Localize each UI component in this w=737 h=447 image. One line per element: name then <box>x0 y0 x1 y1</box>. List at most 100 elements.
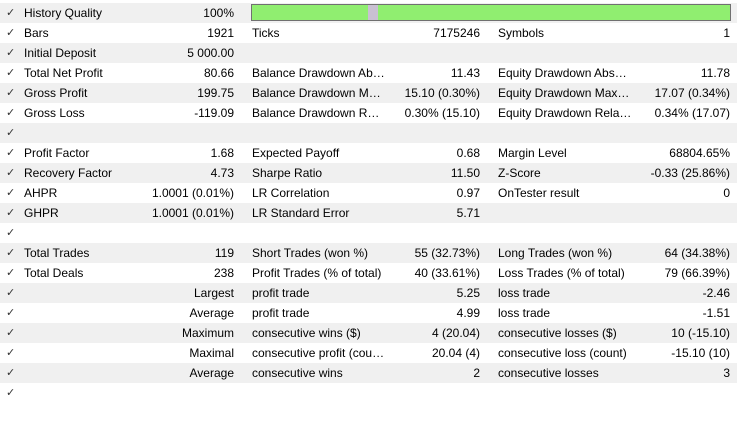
metric-value-3: 11.78 <box>700 66 730 80</box>
metric-label-2: Balance Drawdown Absolute <box>252 66 386 80</box>
metric-value-3: 0 <box>723 186 730 200</box>
metric-label-3: consecutive losses <box>498 366 599 380</box>
metric-value-2: 0.68 <box>456 146 480 160</box>
metric-label-3: consecutive losses ($) <box>498 326 617 340</box>
table-row[interactable]: ✓ AHPR 1.0001 (0.01%) LR Correlation 0.97 OnT… <box>0 183 737 203</box>
table-row[interactable]: ✓ Maximum consecutive wins ($) 4 (20.04) con… <box>0 323 737 343</box>
metric-value: 1921 <box>207 26 234 40</box>
metric-value-2: 15.10 (0.30%) <box>404 86 480 100</box>
table-row[interactable]: ✓ Recovery Factor 4.73 Sharpe Ratio 11.50 Z-S… <box>0 163 737 183</box>
checkmark-icon: ✓ <box>6 287 16 299</box>
metric-label-2: consecutive profit (count) <box>252 346 386 360</box>
table-row[interactable]: ✓ Bars 1921 Ticks 7175246 Symbols 1 <box>0 23 737 43</box>
metric-value-3: 10 (-15.10) <box>671 326 730 340</box>
history-quality-bar <box>251 4 731 21</box>
table-row[interactable]: ✓ GHPR 1.0001 (0.01%) LR Standard Error 5.71 <box>0 203 737 223</box>
metric-value: Average <box>189 306 234 320</box>
metric-value: Average <box>189 366 234 380</box>
metric-value: 1.68 <box>210 146 234 160</box>
metric-label-3: OnTester result <box>498 186 580 200</box>
table-row[interactable]: ✓ Total Net Profit 80.66 Balance Drawdown A… <box>0 63 737 83</box>
metric-label-3: Equity Drawdown Maximal <box>498 86 632 100</box>
checkmark-icon: ✓ <box>6 187 16 199</box>
metric-value-2: 2 <box>473 366 480 380</box>
table-row[interactable]: ✓ Total Deals 238 Profit Trades (% of total… <box>0 263 737 283</box>
metric-value: Maximal <box>189 346 234 360</box>
metric-value: 4.73 <box>210 166 234 180</box>
checkmark-icon: ✓ <box>6 207 16 219</box>
metric-value-3: 68804.65% <box>669 146 730 160</box>
checkmark-icon: ✓ <box>6 367 16 379</box>
metric-value-3: 79 (66.39%) <box>664 266 730 280</box>
metric-value: 119 <box>214 246 234 260</box>
metric-value: -119.09 <box>194 106 234 120</box>
metric-label-3: Margin Level <box>498 146 567 160</box>
tester-results-table: ✓ History Quality 100% ✓ Bars 1921 Ticks 717… <box>0 3 737 403</box>
metric-value-2: 0.30% (15.10) <box>404 106 480 120</box>
metric-value-2: 55 (32.73%) <box>414 246 480 260</box>
checkmark-icon: ✓ <box>6 247 16 259</box>
metric-value-3: -0.33 (25.86%) <box>650 166 730 180</box>
metric-label-2: Balance Drawdown Relative <box>252 106 386 120</box>
metric-label-3: Symbols <box>498 26 545 40</box>
checkmark-icon: ✓ <box>6 7 16 19</box>
checkmark-icon: ✓ <box>6 87 16 99</box>
metric-value-3: 1 <box>723 26 730 40</box>
table-row[interactable]: ✓ Total Trades 119 Short Trades (won %) 55 (… <box>0 243 737 263</box>
metric-value-3: 0.34% (17.07) <box>654 106 730 120</box>
table-row[interactable]: ✓ Average consecutive wins 2 consecutive los… <box>0 363 737 383</box>
metric-label-2: profit trade <box>252 306 310 320</box>
metric-value-2: 4 (20.04) <box>431 326 480 340</box>
history-quality-bar-marker <box>368 5 378 20</box>
result-rows: ✓ Bars 1921 Ticks 7175246 Symbols 1 ✓ Initial De… <box>0 23 737 403</box>
history-quality-row[interactable]: ✓ History Quality 100% <box>0 3 737 23</box>
table-row[interactable]: ✓ Largest profit trade 5.25 loss trade -2.46 <box>0 283 737 303</box>
metric-label-3: Long Trades (won %) <box>498 246 613 260</box>
checkmark-icon: ✓ <box>6 267 16 279</box>
metric-value-3: -1.51 <box>702 306 730 320</box>
metric-value: 199.75 <box>197 86 234 100</box>
metric-value-2: 20.04 (4) <box>431 346 480 360</box>
checkmark-icon: ✓ <box>6 27 16 39</box>
metric-label-2: Sharpe Ratio <box>252 166 323 180</box>
metric-label-3: loss trade <box>498 286 551 300</box>
table-row[interactable]: ✓ Average profit trade 4.99 loss trade -1.51 <box>0 303 737 323</box>
metric-label-3: Equity Drawdown Absolute <box>498 66 632 80</box>
table-row[interactable]: ✓ Initial Deposit 5 000.00 <box>0 43 737 63</box>
table-row[interactable]: ✓ Gross Profit 199.75 Balance Drawdown Maxi… <box>0 83 737 103</box>
metric-label-2: Short Trades (won %) <box>252 246 369 260</box>
checkmark-icon: ✓ <box>6 387 16 399</box>
metric-label-2: Ticks <box>252 26 280 40</box>
table-row[interactable]: ✓ <box>0 123 737 143</box>
metric-label-3: Equity Drawdown Relative <box>498 106 632 120</box>
table-row[interactable]: ✓ Profit Factor 1.68 Expected Payoff 0.68 Mar… <box>0 143 737 163</box>
metric-value-2: 4.99 <box>456 306 480 320</box>
metric-value-2: 7175246 <box>433 26 480 40</box>
metric-value-3: 3 <box>723 366 730 380</box>
table-row[interactable]: ✓Gross Loss-119.09Balance Drawdown Relat… <box>0 103 737 123</box>
metric-value-2: 0.97 <box>456 186 480 200</box>
table-row[interactable]: ✓ <box>0 223 737 243</box>
checkmark-icon: ✓ <box>6 167 16 179</box>
metric-label-2: Expected Payoff <box>252 146 340 160</box>
metric-label-2: consecutive wins ($) <box>252 326 361 340</box>
metric-value-3: -15.10 (10) <box>671 346 730 360</box>
metric-label-3: consecutive loss (count) <box>498 346 627 360</box>
metric-label-3: Z-Score <box>498 166 541 180</box>
metric-value: 238 <box>213 266 234 280</box>
metric-label-3: Loss Trades (% of total) <box>498 266 625 280</box>
metric-value-2: 5.25 <box>456 286 480 300</box>
metric-value: Largest <box>193 286 234 300</box>
checkmark-icon: ✓ <box>6 227 16 239</box>
table-row[interactable]: ✓ <box>0 383 737 403</box>
checkmark-icon: ✓ <box>6 307 16 319</box>
checkmark-icon: ✓ <box>6 127 16 139</box>
checkmark-icon: ✓ <box>6 347 16 359</box>
metric-value: 1.0001 (0.01%) <box>151 206 234 220</box>
metric-value-2: 11.43 <box>450 66 480 80</box>
metric-label-2: profit trade <box>252 286 310 300</box>
checkmark-icon: ✓ <box>6 327 16 339</box>
table-row[interactable]: ✓ Maximal consecutive profit (count) 20.04 … <box>0 343 737 363</box>
metric-value-2: 11.50 <box>450 166 480 180</box>
empty-area <box>0 403 737 447</box>
